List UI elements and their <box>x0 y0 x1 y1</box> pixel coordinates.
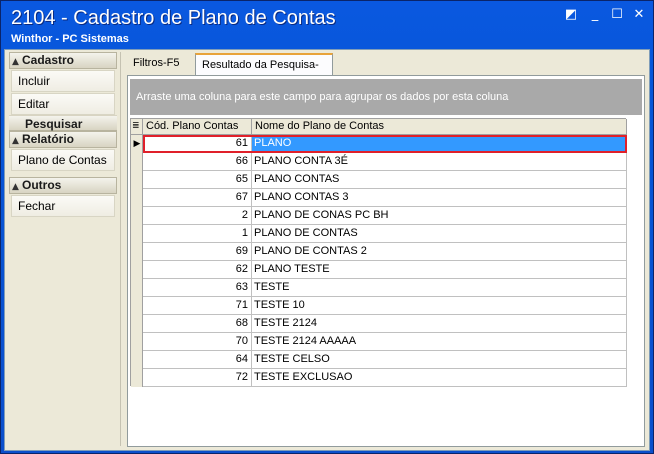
cell-nome[interactable]: PLANO CONTAS <box>252 171 627 189</box>
sidebar-group-relatorio[interactable]: ▲ Relatório <box>9 131 117 148</box>
cell-nome[interactable]: PLANO DE CONTAS 2 <box>252 243 627 261</box>
cell-nome[interactable]: PLANO <box>252 135 627 153</box>
table-row[interactable]: 70 TESTE 2124 AAAAA <box>131 333 627 351</box>
cell-codigo[interactable]: 70 <box>143 333 252 351</box>
cell-codigo[interactable]: 62 <box>143 261 252 279</box>
cell-codigo[interactable]: 66 <box>143 153 252 171</box>
incluir-button[interactable]: Incluir <box>11 70 115 92</box>
cell-codigo[interactable]: 61 <box>143 135 252 153</box>
group-by-panel[interactable]: Arraste uma coluna para este campo para … <box>130 79 642 115</box>
column-chooser-icon[interactable]: ≣ <box>131 119 143 135</box>
chevron-up-icon: ▲ <box>12 136 19 146</box>
tab-filtros[interactable]: Filtros-F5 <box>127 53 187 75</box>
cell-codigo[interactable]: 63 <box>143 279 252 297</box>
results-tab-panel: Arraste uma coluna para este campo para … <box>127 75 645 447</box>
sidebar-group-outros[interactable]: ▲ Outros <box>9 177 117 194</box>
minimize-button[interactable]: _ <box>587 8 603 22</box>
table-row[interactable]: 62 PLANO TESTE <box>131 261 627 279</box>
row-indicator <box>131 153 143 171</box>
column-header-nome[interactable]: Nome do Plano de Contas <box>252 119 627 135</box>
restore-icon[interactable]: ◩ <box>563 8 579 22</box>
chevron-up-icon: ▲ <box>12 57 19 67</box>
cell-nome[interactable]: TESTE EXCLUSAO <box>252 369 627 387</box>
app-window: 2104 - Cadastro de Plano de Contas Winth… <box>0 0 654 454</box>
sidebar-group-label: Outros <box>22 178 62 192</box>
window-title: 2104 - Cadastro de Plano de Contas <box>11 7 336 29</box>
cell-nome[interactable]: PLANO DE CONAS PC BH <box>252 207 627 225</box>
cell-nome[interactable]: PLANO TESTE <box>252 261 627 279</box>
maximize-button[interactable]: ☐ <box>609 8 625 22</box>
table-row[interactable]: 69 PLANO DE CONTAS 2 <box>131 243 627 261</box>
sidebar-group-cadastro[interactable]: ▲ Cadastro <box>9 52 117 69</box>
sidebar-group-label: Cadastro <box>22 53 75 67</box>
column-header-codigo[interactable]: Cód. Plano Contas <box>143 119 252 135</box>
cell-nome[interactable]: TESTE 2124 AAAAA <box>252 333 627 351</box>
close-button[interactable]: ✕ <box>631 8 647 22</box>
row-indicator <box>131 297 143 315</box>
cell-codigo[interactable]: 64 <box>143 351 252 369</box>
cell-nome[interactable]: PLANO CONTAS 3 <box>252 189 627 207</box>
cell-codigo[interactable]: 71 <box>143 297 252 315</box>
window-subtitle: Winthor - PC Sistemas <box>11 33 129 45</box>
editar-button[interactable]: Editar <box>11 93 115 115</box>
client-area: ▲ Cadastro Incluir Editar Pesquisar ▲ Rela… <box>4 49 650 451</box>
sidebar-group-label: Relatório <box>22 132 75 146</box>
row-indicator <box>131 189 143 207</box>
cell-codigo[interactable]: 2 <box>143 207 252 225</box>
cell-codigo[interactable]: 1 <box>143 225 252 243</box>
table-row[interactable]: 1 PLANO DE CONTAS <box>131 225 627 243</box>
cell-nome[interactable]: TESTE 2124 <box>252 315 627 333</box>
cell-nome[interactable]: TESTE CELSO <box>252 351 627 369</box>
table-row[interactable]: 65 PLANO CONTAS <box>131 171 627 189</box>
cell-nome[interactable]: TESTE <box>252 279 627 297</box>
row-indicator <box>131 351 143 369</box>
cell-nome[interactable]: PLANO CONTA 3É <box>252 153 627 171</box>
cell-codigo[interactable]: 65 <box>143 171 252 189</box>
table-row[interactable]: 72 TESTE EXCLUSAO <box>131 369 627 387</box>
table-row[interactable]: 64 TESTE CELSO <box>131 351 627 369</box>
row-indicator <box>131 243 143 261</box>
main-panel: Filtros-F5 Resultado da Pesquisa-F6 Arra… <box>125 50 647 450</box>
table-row[interactable]: 63 TESTE <box>131 279 627 297</box>
fechar-button[interactable]: Fechar <box>11 195 115 217</box>
sidebar: ▲ Cadastro Incluir Editar Pesquisar ▲ Rela… <box>9 52 121 446</box>
row-indicator <box>131 225 143 243</box>
current-row-arrow-icon: ▶ <box>133 139 141 149</box>
table-row[interactable]: 2 PLANO DE CONAS PC BH <box>131 207 627 225</box>
grid-header: ≣ Cód. Plano Contas Nome do Plano de Con… <box>131 119 627 135</box>
sidebar-group-pesquisar[interactable]: Pesquisar <box>9 115 117 131</box>
row-indicator <box>131 369 143 387</box>
row-indicator <box>131 279 143 297</box>
table-row[interactable]: 66 PLANO CONTA 3É <box>131 153 627 171</box>
cell-nome[interactable]: TESTE 10 <box>252 297 627 315</box>
table-row[interactable]: 68 TESTE 2124 <box>131 315 627 333</box>
tab-strip: Filtros-F5 Resultado da Pesquisa-F6 <box>125 53 647 91</box>
row-indicator <box>131 315 143 333</box>
table-row[interactable]: ▶ 61 PLANO <box>131 135 627 153</box>
cell-codigo[interactable]: 72 <box>143 369 252 387</box>
tab-resultado-pesquisa[interactable]: Resultado da Pesquisa-F6 <box>195 53 333 91</box>
cell-codigo[interactable]: 68 <box>143 315 252 333</box>
results-grid: ≣ Cód. Plano Contas Nome do Plano de Con… <box>130 118 627 387</box>
row-indicator <box>131 333 143 351</box>
cell-codigo[interactable]: 67 <box>143 189 252 207</box>
chevron-up-icon: ▲ <box>12 182 19 192</box>
plano-de-contas-report-button[interactable]: Plano de Contas <box>11 149 115 171</box>
row-indicator <box>131 171 143 189</box>
table-row[interactable]: 67 PLANO CONTAS 3 <box>131 189 627 207</box>
table-row[interactable]: 71 TESTE 10 <box>131 297 627 315</box>
cell-nome[interactable]: PLANO DE CONTAS <box>252 225 627 243</box>
row-indicator <box>131 207 143 225</box>
cell-codigo[interactable]: 69 <box>143 243 252 261</box>
title-bar[interactable]: 2104 - Cadastro de Plano de Contas Winth… <box>1 1 653 49</box>
row-indicator <box>131 261 143 279</box>
